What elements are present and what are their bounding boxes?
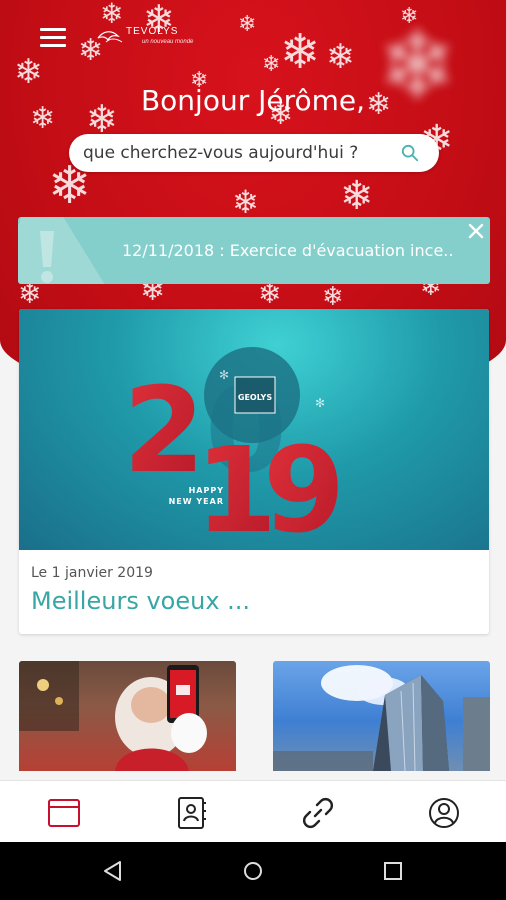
santa-phone-photo[interactable] — [19, 661, 236, 771]
news-card-icon[interactable] — [44, 793, 84, 833]
snowflake-icon: ❄ — [280, 24, 321, 80]
snowflake-icon: ❄ — [18, 277, 42, 310]
brand-logo: TEVOLYS un nouveau monde — [96, 26, 196, 50]
building-photo[interactable] — [273, 661, 490, 771]
search-icon[interactable] — [401, 144, 419, 162]
new-year-illustration: 2 0 1 9 GEOLYS HAPPY NEW YEAR ✻ ✻ — [123, 347, 352, 550]
recents-icon[interactable] — [380, 858, 406, 884]
snowflake-icon: ❄ — [262, 52, 281, 77]
snowflake-icon: ❄ — [340, 173, 374, 219]
news-title[interactable]: Meilleurs voeux ... — [31, 587, 250, 615]
building-illustration — [273, 665, 490, 771]
news-date: Le 1 janvier 2019 — [31, 565, 153, 581]
brand-bird-icon — [97, 31, 123, 43]
snowflake-icon: ❄ — [322, 282, 344, 312]
brand-name: TEVOLYS — [126, 26, 179, 37]
new-year-banner-image: 2 0 1 9 GEOLYS HAPPY NEW YEAR ✻ ✻ — [19, 309, 489, 550]
search-input[interactable] — [83, 134, 393, 172]
alert-text: 12/11/2018 : Exercice d'évacuation ince.… — [122, 241, 454, 260]
santa-phone-illustration — [19, 661, 207, 771]
alert-banner[interactable]: 12/11/2018 : Exercice d'évacuation ince.… — [18, 217, 490, 284]
close-icon[interactable] — [466, 221, 486, 241]
home-icon[interactable] — [240, 858, 266, 884]
warning-icon — [18, 217, 105, 284]
hamburger-menu-icon[interactable] — [40, 26, 68, 48]
search-bar[interactable] — [69, 134, 439, 172]
featured-news-card[interactable]: 2 0 1 9 GEOLYS HAPPY NEW YEAR ✻ ✻ Le 1 j… — [19, 309, 489, 634]
snowflake-icon: ❄ — [258, 277, 282, 310]
svg-text:✻: ✻ — [219, 368, 229, 382]
new-year-text: NEW YEAR — [169, 497, 224, 506]
snowflake-icon: ❄ — [326, 37, 355, 77]
happy-text: HAPPY — [189, 486, 224, 495]
bottom-navigation — [0, 780, 506, 842]
snowflake-icon: ❄ — [232, 183, 259, 221]
svg-text:✻: ✻ — [315, 396, 325, 410]
svg-text:9: 9 — [263, 421, 338, 550]
brand-tagline: un nouveau monde — [142, 39, 194, 45]
greeting-title: Bonjour Jérôme, — [140, 84, 366, 117]
android-navigation-bar — [0, 842, 506, 900]
user-profile-icon[interactable] — [424, 793, 464, 833]
back-icon[interactable] — [100, 858, 126, 884]
svg-text:2: 2 — [123, 361, 195, 499]
contacts-book-icon[interactable] — [171, 793, 211, 833]
geolys-logo-text: GEOLYS — [238, 393, 272, 402]
snowflake-icon: ❄ — [100, 0, 124, 30]
snowflake-icon: ❄ — [238, 12, 257, 37]
link-icon[interactable] — [298, 793, 338, 833]
